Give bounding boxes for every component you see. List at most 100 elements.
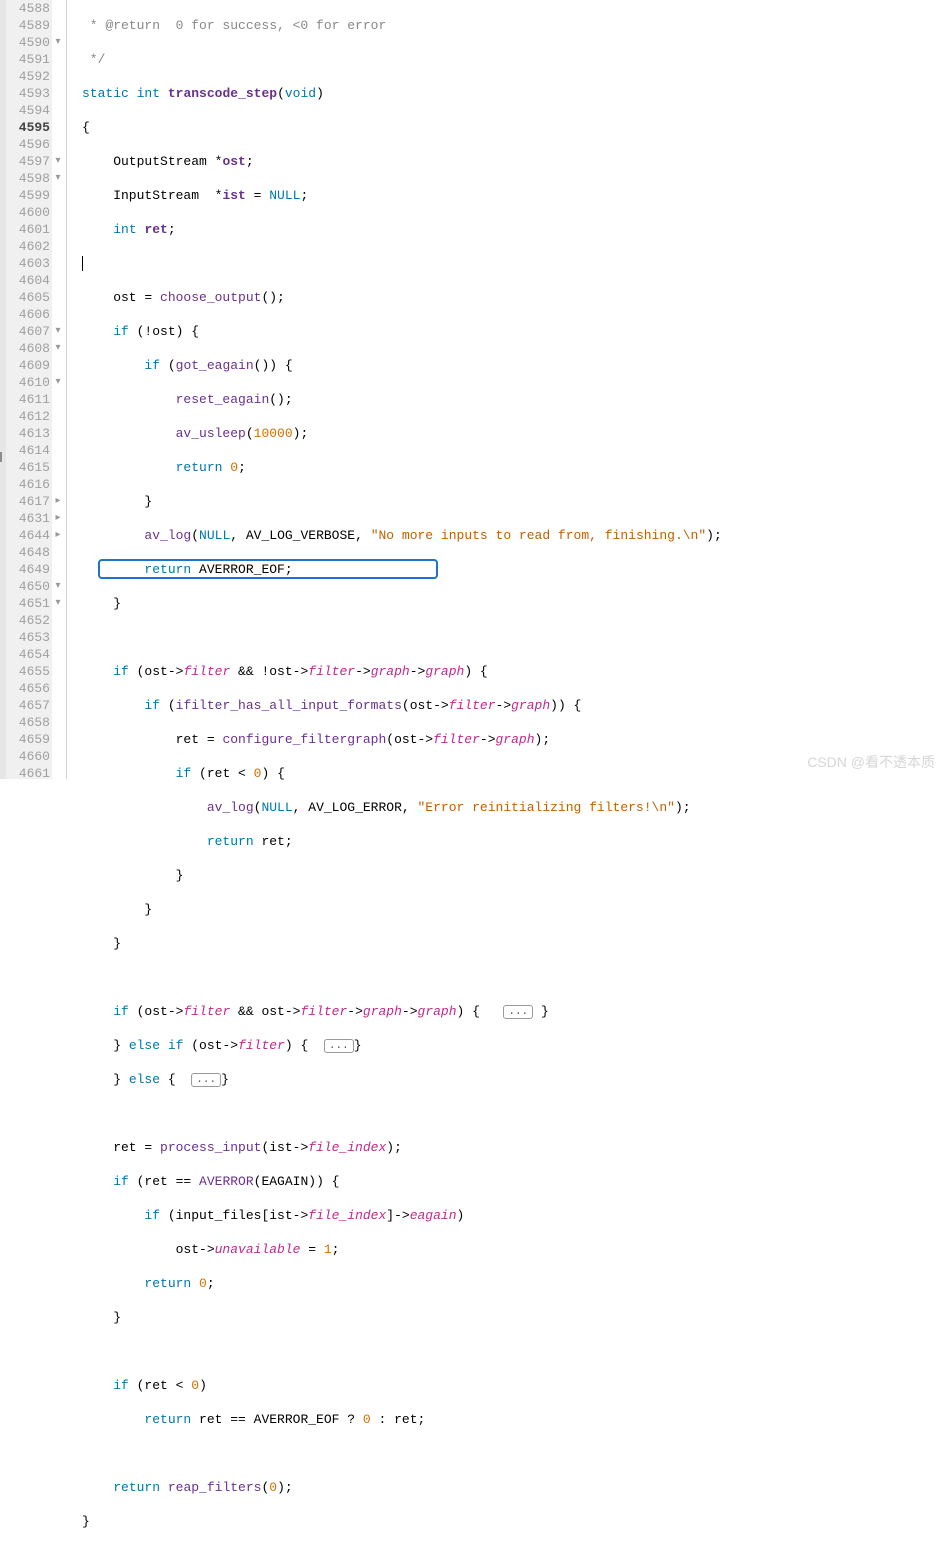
code-line[interactable]: }	[82, 1309, 945, 1326]
line-number[interactable]: 4654	[16, 646, 50, 663]
line-number[interactable]: 4591	[16, 51, 50, 68]
code-line[interactable]: return ret == AVERROR_EOF ? 0 : ret;	[82, 1411, 945, 1428]
code-line[interactable]: return 0;	[82, 459, 945, 476]
code-line[interactable]: } else { ...}	[82, 1071, 945, 1088]
code-line-highlighted[interactable]: ret = process_input(ist->file_index);	[82, 1139, 945, 1156]
code-line[interactable]	[82, 1105, 945, 1122]
line-number[interactable]: 4606	[16, 306, 50, 323]
code-line[interactable]: OutputStream *ost;	[82, 153, 945, 170]
code-line[interactable]: if (got_eagain()) {	[82, 357, 945, 374]
line-number[interactable]: 4589	[16, 17, 50, 34]
code-line[interactable]: }	[82, 595, 945, 612]
code-line[interactable]: av_log(NULL, AV_LOG_VERBOSE, "No more in…	[82, 527, 945, 544]
line-number[interactable]: 4611	[16, 391, 50, 408]
folded-region[interactable]: ...	[503, 1005, 533, 1019]
code-line[interactable]	[82, 1547, 945, 1558]
fold-open-icon[interactable]: ▾	[55, 595, 60, 612]
line-number[interactable]: 4604	[16, 272, 50, 289]
line-number[interactable]: 4652	[16, 612, 50, 629]
code-line[interactable]	[82, 969, 945, 986]
line-number-gutter[interactable]: 4588 4589 4590 4591 4592 4593 4594 4595 …	[6, 0, 52, 779]
code-line[interactable]: }	[82, 867, 945, 884]
fold-closed-icon[interactable]: ▸	[55, 527, 60, 544]
line-number[interactable]: 4601	[16, 221, 50, 238]
code-line[interactable]: }	[82, 1513, 945, 1530]
line-number[interactable]: 4657	[16, 697, 50, 714]
code-line[interactable]: if (ost->filter && !ost->filter->graph->…	[82, 663, 945, 680]
code-line[interactable]: if (ret < 0)	[82, 1377, 945, 1394]
line-number[interactable]: 4603	[16, 255, 50, 272]
code-line[interactable]	[82, 1445, 945, 1462]
fold-open-icon[interactable]: ▾	[55, 374, 60, 391]
code-line[interactable]: }	[82, 935, 945, 952]
line-number[interactable]: 4631	[16, 510, 50, 527]
code-line[interactable]: if (!ost) {	[82, 323, 945, 340]
line-number[interactable]: 4612	[16, 408, 50, 425]
fold-open-icon[interactable]: ▾	[55, 34, 60, 51]
line-number-current[interactable]: 4595	[16, 119, 50, 136]
code-line[interactable]: return reap_filters(0);	[82, 1479, 945, 1496]
line-number[interactable]: 4653	[16, 629, 50, 646]
code-line[interactable]: int ret;	[82, 221, 945, 238]
line-number[interactable]: 4648	[16, 544, 50, 561]
code-line[interactable]: reset_eagain();	[82, 391, 945, 408]
line-number[interactable]: 4593	[16, 85, 50, 102]
code-line[interactable]: ost->unavailable = 1;	[82, 1241, 945, 1258]
code-line[interactable]: static int transcode_step(void)	[82, 85, 945, 102]
line-number[interactable]: 4596	[16, 136, 50, 153]
code-line[interactable]	[82, 1343, 945, 1360]
line-number[interactable]: 4609	[16, 357, 50, 374]
line-number[interactable]: 4656	[16, 680, 50, 697]
line-number[interactable]: 4594	[16, 102, 50, 119]
code-line[interactable]: return 0;	[82, 1275, 945, 1292]
fold-open-icon[interactable]: ▾	[55, 323, 60, 340]
line-number[interactable]: 4615	[16, 459, 50, 476]
line-number[interactable]: 4602	[16, 238, 50, 255]
code-line[interactable]: ost = choose_output();	[82, 289, 945, 306]
code-line[interactable]: if (ifilter_has_all_input_formats(ost->f…	[82, 697, 945, 714]
line-number[interactable]: 4658	[16, 714, 50, 731]
line-number[interactable]: 4660	[16, 748, 50, 765]
code-editor[interactable]: 4588 4589 4590 4591 4592 4593 4594 4595 …	[0, 0, 945, 779]
fold-closed-icon[interactable]: ▸	[55, 493, 60, 510]
code-line[interactable]: ret = configure_filtergraph(ost->filter-…	[82, 731, 945, 748]
line-number[interactable]: 4610	[16, 374, 50, 391]
code-area[interactable]: * @return 0 for success, <0 for error */…	[82, 0, 945, 779]
code-line[interactable]: } else if (ost->filter) { ...}	[82, 1037, 945, 1054]
line-number[interactable]: 4661	[16, 765, 50, 782]
code-line[interactable]: }	[82, 901, 945, 918]
fold-open-icon[interactable]: ▾	[55, 340, 60, 357]
code-line[interactable]: av_log(NULL, AV_LOG_ERROR, "Error reinit…	[82, 799, 945, 816]
line-number[interactable]: 4655	[16, 663, 50, 680]
line-number[interactable]: 4644	[16, 527, 50, 544]
line-number[interactable]: 4600	[16, 204, 50, 221]
fold-open-icon[interactable]: ▾	[55, 170, 60, 187]
line-number[interactable]: 4607	[16, 323, 50, 340]
code-line[interactable]: }	[82, 493, 945, 510]
code-line[interactable]	[82, 629, 945, 646]
fold-open-icon[interactable]: ▾	[55, 578, 60, 595]
line-number[interactable]: 4597	[16, 153, 50, 170]
line-number[interactable]: 4649	[16, 561, 50, 578]
code-line[interactable]: if (input_files[ist->file_index]->eagain…	[82, 1207, 945, 1224]
code-line[interactable]: */	[82, 51, 945, 68]
code-line[interactable]: if (ret == AVERROR(EAGAIN)) {	[82, 1173, 945, 1190]
code-line[interactable]: {	[82, 119, 945, 136]
line-number[interactable]: 4590	[16, 34, 50, 51]
code-line[interactable]: * @return 0 for success, <0 for error	[82, 17, 945, 34]
folded-region[interactable]: ...	[324, 1039, 354, 1053]
line-number[interactable]: 4599	[16, 187, 50, 204]
line-number[interactable]: 4598	[16, 170, 50, 187]
line-number[interactable]: 4659	[16, 731, 50, 748]
code-line[interactable]: av_usleep(10000);	[82, 425, 945, 442]
line-number[interactable]: 4605	[16, 289, 50, 306]
line-number[interactable]: 4616	[16, 476, 50, 493]
line-number[interactable]: 4588	[16, 0, 50, 17]
code-line[interactable]: return ret;	[82, 833, 945, 850]
fold-gutter[interactable]: ▾ ▾ ▾ ▾ ▾ ▾ ▸ ▸ ▸ ▾ ▾	[52, 0, 64, 779]
line-number[interactable]: 4617	[16, 493, 50, 510]
code-line[interactable]: return AVERROR_EOF;	[82, 561, 945, 578]
line-number[interactable]: 4650	[16, 578, 50, 595]
line-number[interactable]: 4613	[16, 425, 50, 442]
fold-open-icon[interactable]: ▾	[55, 153, 60, 170]
